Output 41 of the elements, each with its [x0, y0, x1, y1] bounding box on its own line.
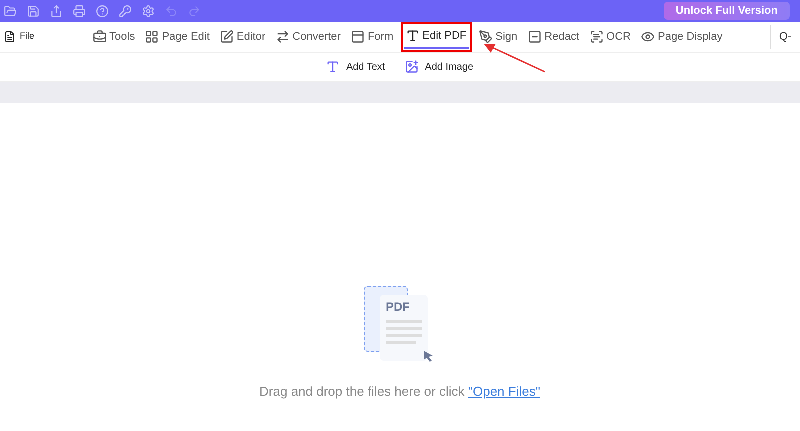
toolbar-tab[interactable]: Page Edit — [145, 25, 210, 49]
form-icon — [350, 30, 365, 44]
toolbar-tab[interactable]: Tools — [92, 25, 136, 49]
cursor-icon — [424, 350, 434, 362]
toolbar-tab[interactable]: Converter — [276, 25, 341, 49]
arrows-icon — [276, 30, 290, 44]
document-icon — [4, 31, 16, 43]
drop-prompt: Drag and drop the files here or click "Open Files" — [260, 382, 540, 401]
toolbar-button[interactable]: Add Text — [326, 60, 386, 74]
pencil-square-icon — [220, 30, 234, 44]
folder-icon[interactable] — [4, 4, 17, 18]
file-menu[interactable]: File — [4, 30, 35, 44]
settings-icon[interactable] — [142, 4, 155, 18]
ocr-icon — [590, 30, 604, 44]
pen-icon — [478, 30, 493, 44]
save-icon[interactable] — [27, 4, 40, 18]
zoom-button[interactable]: Q- — [770, 25, 800, 49]
toolbar-tab[interactable]: OCR — [590, 25, 631, 49]
toolbar-tab[interactable]: Edit PDF — [404, 25, 469, 49]
grid-icon — [145, 30, 160, 44]
help-icon[interactable] — [96, 4, 109, 18]
text-plus-icon — [326, 60, 340, 74]
redact-icon — [528, 30, 542, 44]
annotation-arrow — [483, 42, 547, 74]
text-cursor-icon — [406, 29, 420, 43]
image-plus-icon — [405, 60, 420, 74]
key-icon[interactable] — [119, 4, 132, 18]
toolbar-tab[interactable]: Redact — [528, 25, 580, 49]
toolbar-tab[interactable]: Page Display — [640, 25, 723, 49]
undo-icon[interactable] — [165, 4, 178, 18]
printer-icon[interactable] — [73, 4, 86, 18]
open-files-link[interactable]: "Open Files" — [468, 384, 540, 398]
toolbar-tab[interactable]: Editor — [220, 25, 266, 49]
eye-icon — [640, 30, 655, 44]
share-icon[interactable] — [50, 4, 63, 18]
redo-icon[interactable] — [188, 4, 201, 18]
briefcase-icon — [92, 30, 107, 44]
file-type-label: PDF — [386, 300, 411, 312]
toolbar-button[interactable]: Add Image — [405, 60, 474, 74]
toolbar-tab[interactable]: Form — [350, 25, 394, 49]
toolbar-tab[interactable]: Sign — [478, 25, 518, 49]
